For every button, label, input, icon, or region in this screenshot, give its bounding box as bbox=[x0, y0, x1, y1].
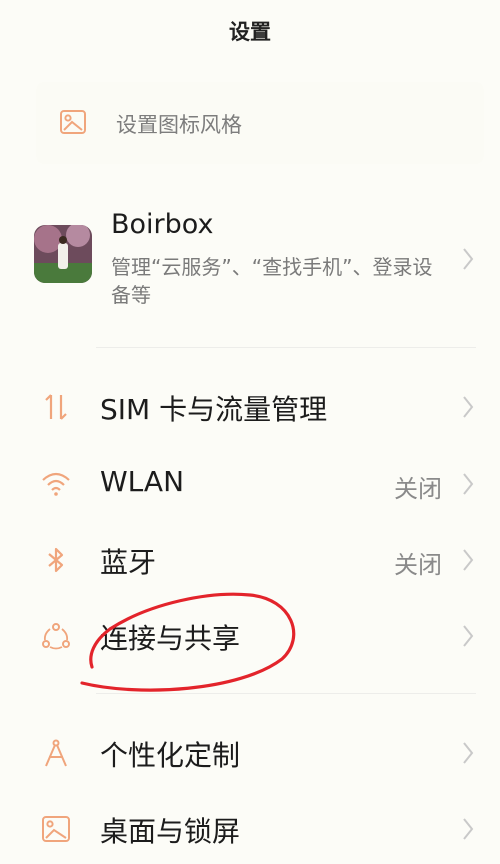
desktop-lockscreen-icon bbox=[42, 816, 70, 842]
wifi-icon bbox=[42, 472, 70, 496]
settings-item-desktop-lockscreen[interactable]: 桌面与锁屏 bbox=[0, 794, 500, 864]
bluetooth-icon bbox=[48, 547, 64, 573]
chevron-right-icon bbox=[463, 818, 474, 840]
account-description: 管理“云服务”、“查找手机”、登录设备等 bbox=[111, 255, 433, 307]
icon-style-label: 设置图标风格 bbox=[116, 113, 242, 137]
chevron-right-icon bbox=[463, 549, 474, 571]
avatar bbox=[34, 225, 92, 283]
chevron-right-icon bbox=[463, 625, 474, 647]
item-label: 连接与共享 bbox=[100, 622, 241, 655]
item-label: WLAN bbox=[100, 465, 185, 498]
settings-item-connection-sharing[interactable]: 连接与共享 bbox=[0, 601, 500, 671]
settings-item-personalization[interactable]: 个性化定制 bbox=[0, 718, 500, 788]
settings-item-bluetooth[interactable]: 蓝牙 关闭 bbox=[0, 525, 500, 595]
share-connection-icon bbox=[42, 623, 70, 650]
settings-item-wlan[interactable]: WLAN 关闭 bbox=[0, 449, 500, 519]
item-label: SIM 卡与流量管理 bbox=[100, 393, 328, 426]
item-label: 蓝牙 bbox=[100, 546, 157, 579]
chevron-right-icon bbox=[463, 396, 474, 418]
bluetooth-status: 关闭 bbox=[394, 551, 442, 579]
sim-data-icon bbox=[45, 394, 67, 420]
account-name: Boirbox bbox=[111, 209, 214, 240]
item-label: 个性化定制 bbox=[100, 739, 241, 772]
divider bbox=[96, 347, 476, 348]
personalization-icon bbox=[45, 739, 67, 767]
page-title: 设置 bbox=[229, 20, 271, 44]
divider bbox=[96, 693, 476, 694]
theme-image-icon bbox=[60, 110, 86, 134]
chevron-right-icon bbox=[463, 473, 474, 495]
item-label: 桌面与锁屏 bbox=[100, 815, 241, 848]
chevron-right-icon bbox=[463, 742, 474, 764]
settings-item-sim[interactable]: SIM 卡与流量管理 bbox=[0, 372, 500, 442]
account-row[interactable]: Boirbox 管理“云服务”、“查找手机”、登录设备等 bbox=[0, 195, 500, 325]
icon-style-card[interactable]: 设置图标风格 bbox=[36, 82, 484, 164]
chevron-right-icon bbox=[463, 248, 474, 270]
wlan-status: 关闭 bbox=[394, 475, 442, 503]
